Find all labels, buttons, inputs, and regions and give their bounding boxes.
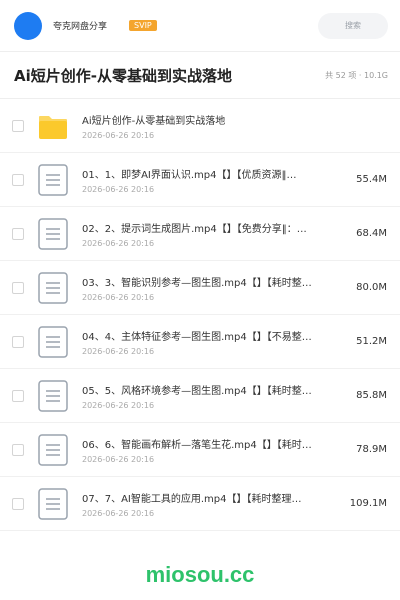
file-size: 51.2M [356, 336, 387, 347]
row-text: 05、5、风格环境参考—图生图.mp4【】【耗时整… 2026-06-26 20:… [82, 382, 342, 410]
row-checkbox[interactable] [12, 389, 24, 402]
document-icon [37, 433, 69, 466]
watermark: miosou.cc [145, 562, 255, 587]
list-item[interactable]: 01、1、即梦AI界面认识.mp4【】【优质资源‖… 2026-06-26 20:… [0, 153, 400, 207]
document-icon [37, 379, 69, 412]
document-icon [37, 163, 69, 196]
document-icon [37, 487, 69, 520]
file-size: 68.4M [356, 228, 387, 239]
site-name: 夸克网盘分享 [53, 22, 108, 32]
row-text: 01、1、即梦AI界面认识.mp4【】【优质资源‖… 2026-06-26 20:… [82, 166, 342, 194]
file-date: 2026-06-26 20:16 [82, 238, 155, 248]
file-name: 03、3、智能识别参考—图生图.mp4【】【耗时整… [82, 277, 312, 289]
share-header: 夸克网盘分享 SVIP 搜索 [0, 0, 400, 52]
file-date: 2026-06-26 20:16 [82, 454, 155, 464]
row-checkbox[interactable] [12, 119, 24, 132]
list-item[interactable]: 07、7、AI智能工具的应用.mp4【】【耗时整理… 2026-06-26 20:… [0, 477, 400, 531]
file-name: 02、2、提示词生成图片.mp4【】【免费分享‖：… [82, 223, 307, 235]
file-size: 109.1M [349, 498, 387, 509]
file-size: 85.8M [356, 390, 387, 401]
page-title: Ai短片创作-从零基础到实战落地 [14, 66, 232, 85]
row-text: Ai短片创作-从零基础到实战落地 2026-06-26 20:16 [82, 112, 387, 140]
list-item[interactable]: Ai短片创作-从零基础到实战落地 2026-06-26 20:16 [0, 99, 400, 153]
row-checkbox[interactable] [12, 173, 24, 186]
file-list: Ai短片创作-从零基础到实战落地 2026-06-26 20:16 01、1、即梦A… [0, 99, 400, 531]
row-checkbox[interactable] [12, 281, 24, 294]
file-date: 2026-06-26 20:16 [82, 346, 155, 356]
search-button[interactable]: 搜索 [318, 12, 388, 39]
row-text: 06、6、智能画布解析—落笔生花.mp4【】【耗时… 2026-06-26 20:… [82, 436, 342, 464]
row-text: 07、7、AI智能工具的应用.mp4【】【耗时整理… 2026-06-26 20:… [82, 490, 336, 518]
file-name: Ai短片创作-从零基础到实战落地 [82, 115, 226, 127]
avatar[interactable] [14, 11, 42, 40]
file-name: 06、6、智能画布解析—落笔生花.mp4【】【耗时… [82, 439, 312, 451]
folder-meta: 共 52 项 · 10.1G [325, 70, 388, 80]
file-date: 2026-06-26 20:16 [82, 184, 155, 194]
file-date: 2026-06-26 20:16 [82, 130, 155, 140]
folder-icon [37, 110, 69, 142]
row-text: 03、3、智能识别参考—图生图.mp4【】【耗时整… 2026-06-26 20:… [82, 274, 342, 302]
file-size: 78.9M [356, 444, 387, 455]
file-date: 2026-06-26 20:16 [82, 292, 155, 302]
list-item[interactable]: 06、6、智能画布解析—落笔生花.mp4【】【耗时… 2026-06-26 20:… [0, 423, 400, 477]
file-size: 80.0M [356, 282, 387, 293]
list-item[interactable]: 05、5、风格环境参考—图生图.mp4【】【耗时整… 2026-06-26 20:… [0, 369, 400, 423]
file-size: 55.4M [356, 174, 387, 185]
file-name: 04、4、主体特征参考—图生图.mp4【】【不易整… [82, 331, 312, 343]
list-item[interactable]: 03、3、智能识别参考—图生图.mp4【】【耗时整… 2026-06-26 20:… [0, 261, 400, 315]
folder-title-bar: Ai短片创作-从零基础到实战落地 共 52 项 · 10.1G [0, 52, 400, 99]
document-icon [37, 271, 69, 304]
file-name: 01、1、即梦AI界面认识.mp4【】【优质资源‖… [82, 169, 297, 181]
list-item[interactable]: 02、2、提示词生成图片.mp4【】【免费分享‖：… 2026-06-26 20:… [0, 207, 400, 261]
file-name: 07、7、AI智能工具的应用.mp4【】【耗时整理… [82, 493, 302, 505]
row-text: 02、2、提示词生成图片.mp4【】【免费分享‖：… 2026-06-26 20:… [82, 220, 342, 248]
row-checkbox[interactable] [12, 335, 24, 348]
list-item[interactable]: 04、4、主体特征参考—图生图.mp4【】【不易整… 2026-06-26 20:… [0, 315, 400, 369]
file-date: 2026-06-26 20:16 [82, 508, 155, 518]
svip-badge: SVIP [129, 20, 157, 31]
row-checkbox[interactable] [12, 497, 24, 510]
search-label: 搜索 [345, 21, 361, 30]
document-icon [37, 325, 69, 358]
file-name: 05、5、风格环境参考—图生图.mp4【】【耗时整… [82, 385, 312, 397]
row-text: 04、4、主体特征参考—图生图.mp4【】【不易整… 2026-06-26 20:… [82, 328, 342, 356]
row-checkbox[interactable] [12, 227, 24, 240]
row-checkbox[interactable] [12, 443, 24, 456]
document-icon [37, 217, 69, 250]
file-date: 2026-06-26 20:16 [82, 400, 155, 410]
